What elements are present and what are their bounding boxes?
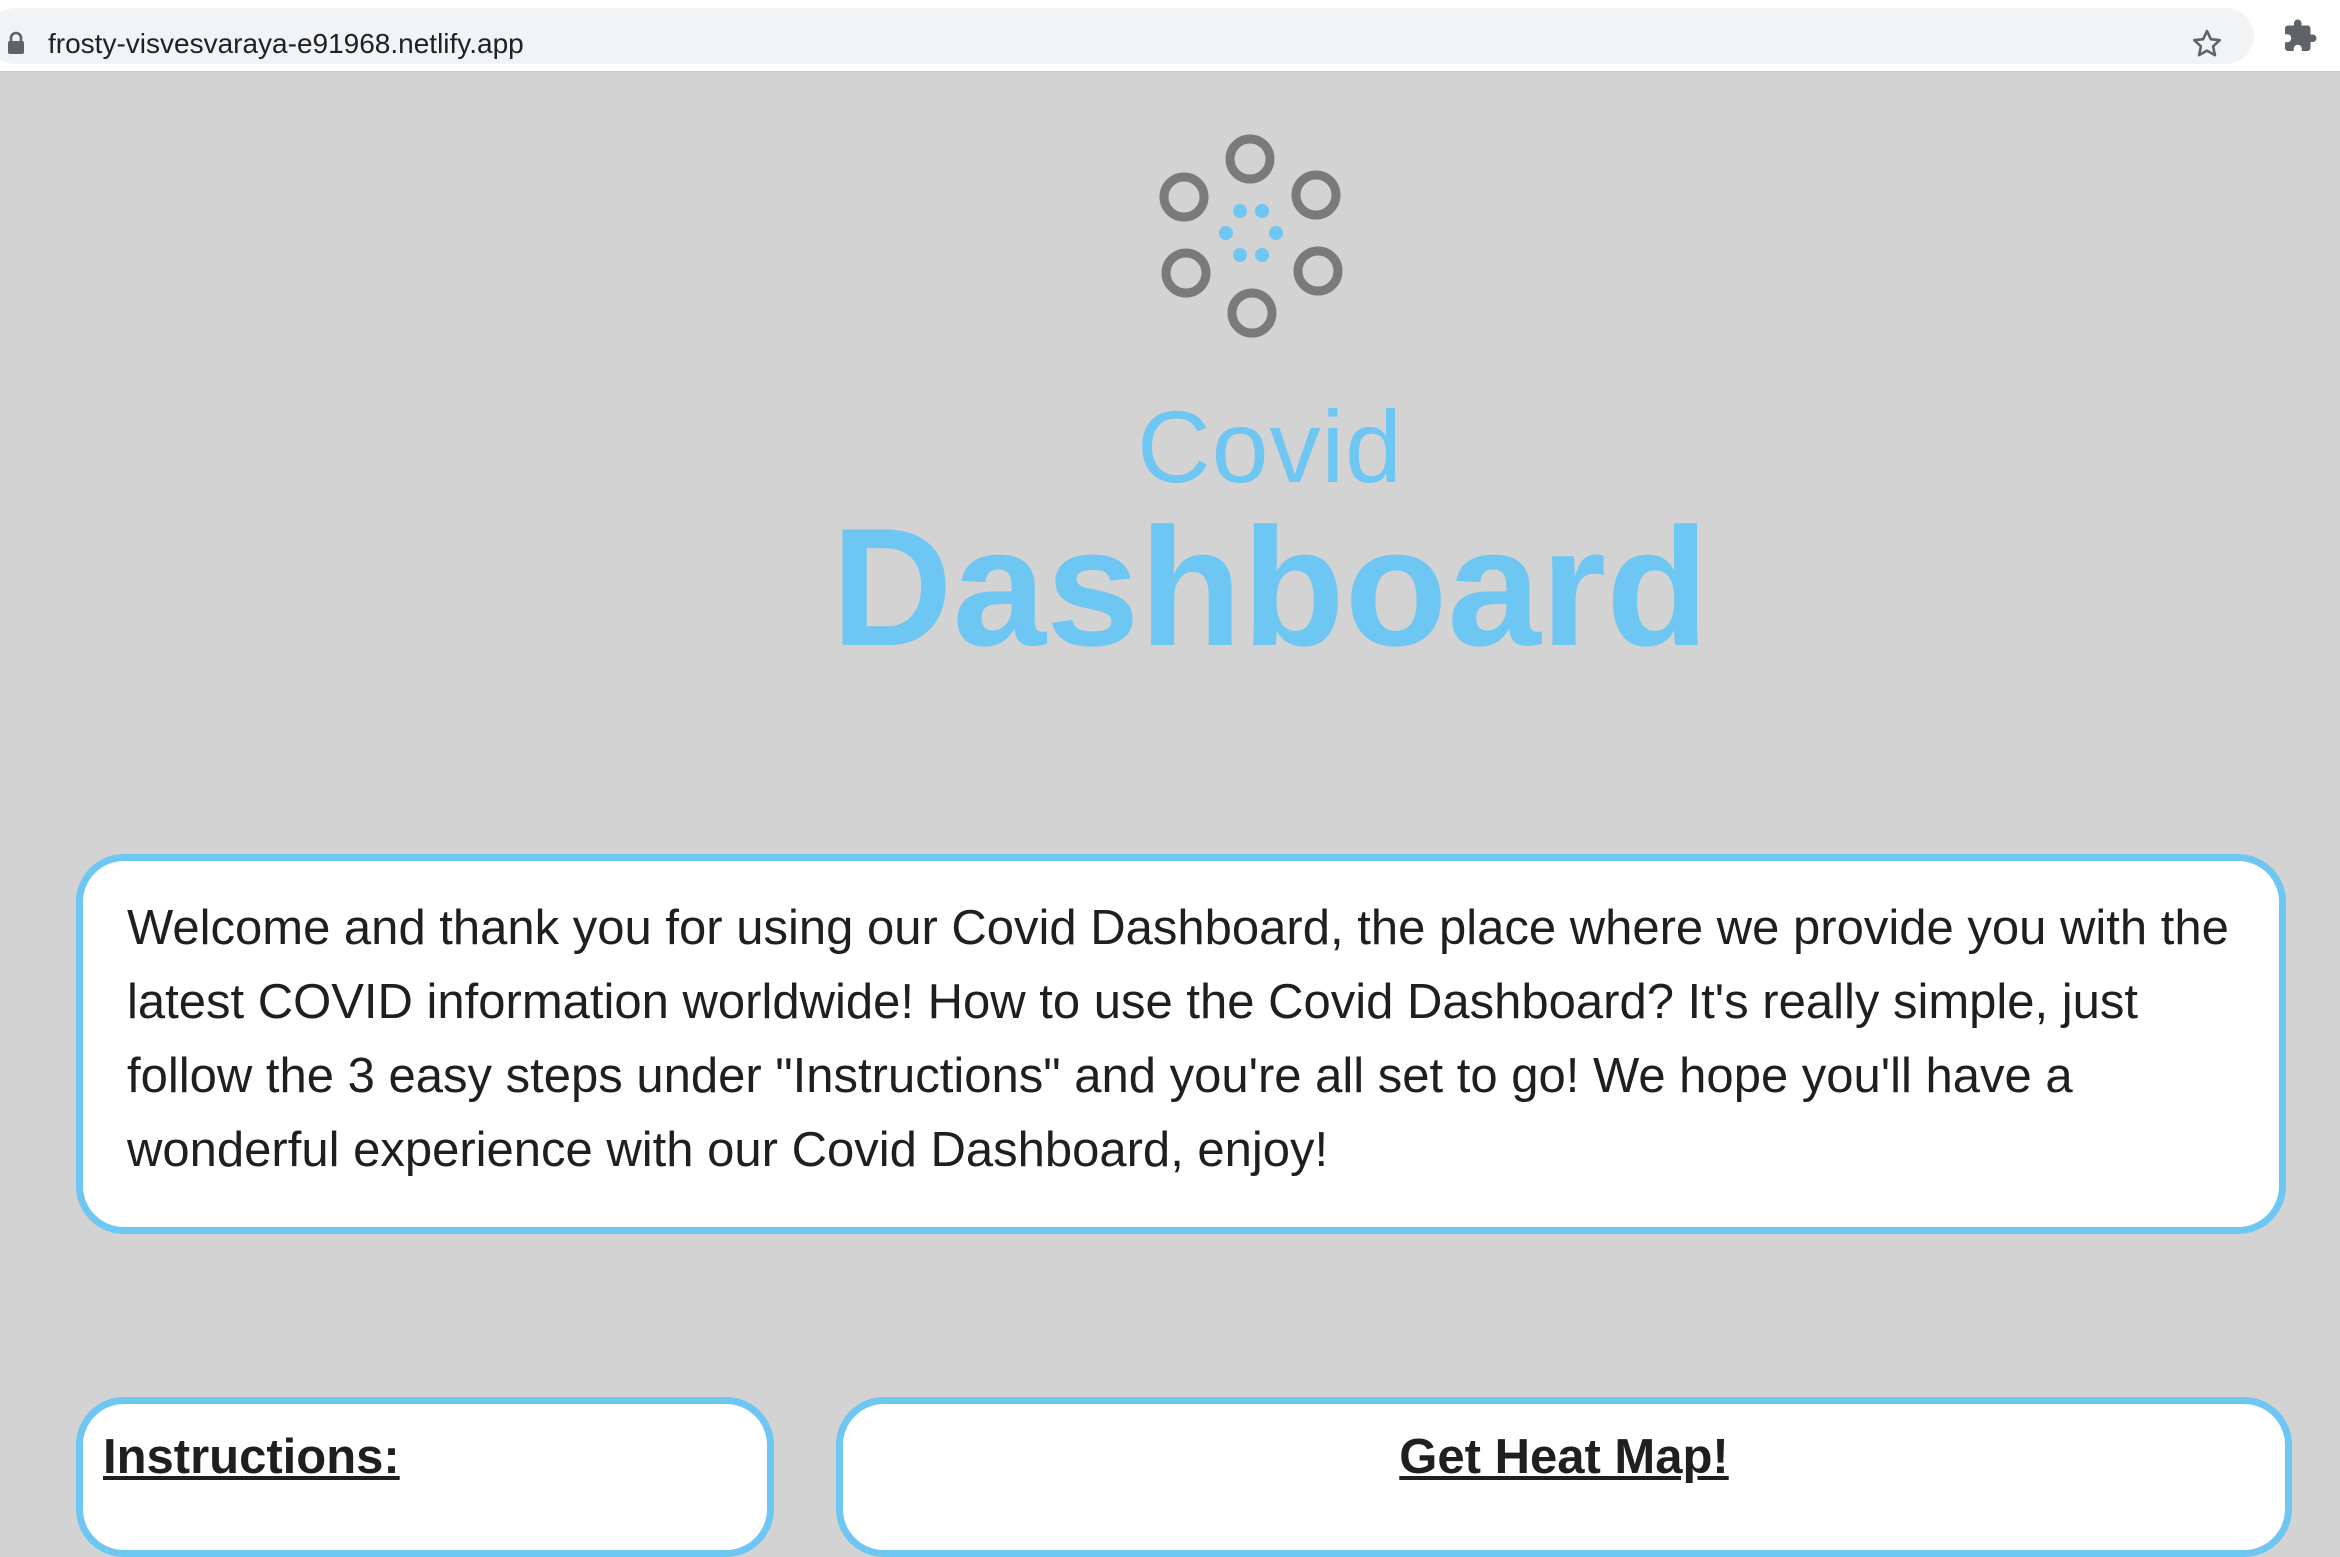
instructions-heading: Instructions:: [103, 1430, 400, 1484]
page-content: Covid Dashboard Welcome and thank you fo…: [0, 72, 2340, 1557]
covid-dashboard-logo: Covid Dashboard: [700, 127, 1709, 677]
logo-dashboard-text: Dashboard: [831, 493, 1709, 681]
heat-map-card: Get Heat Map!: [836, 1397, 2292, 1557]
address-bar[interactable]: frosty-visvesvaraya-e91968.netlify.app: [0, 8, 2254, 64]
instructions-card: Instructions:: [76, 1397, 774, 1557]
url-text[interactable]: frosty-visvesvaraya-e91968.netlify.app: [48, 8, 524, 79]
virus-logo-icon: [1159, 134, 1343, 338]
browser-toolbar: frosty-visvesvaraya-e91968.netlify.app: [0, 0, 2340, 72]
logo-covid-text: Covid: [1137, 390, 1403, 504]
welcome-card: Welcome and thank you for using our Covi…: [76, 854, 2286, 1234]
welcome-message: Welcome and thank you for using our Covi…: [127, 901, 2229, 1177]
extensions-puzzle-icon[interactable]: [2282, 18, 2318, 54]
bookmark-star-icon[interactable]: [2190, 27, 2224, 61]
lock-icon[interactable]: [6, 31, 26, 55]
heat-map-heading: Get Heat Map!: [1399, 1430, 1729, 1484]
